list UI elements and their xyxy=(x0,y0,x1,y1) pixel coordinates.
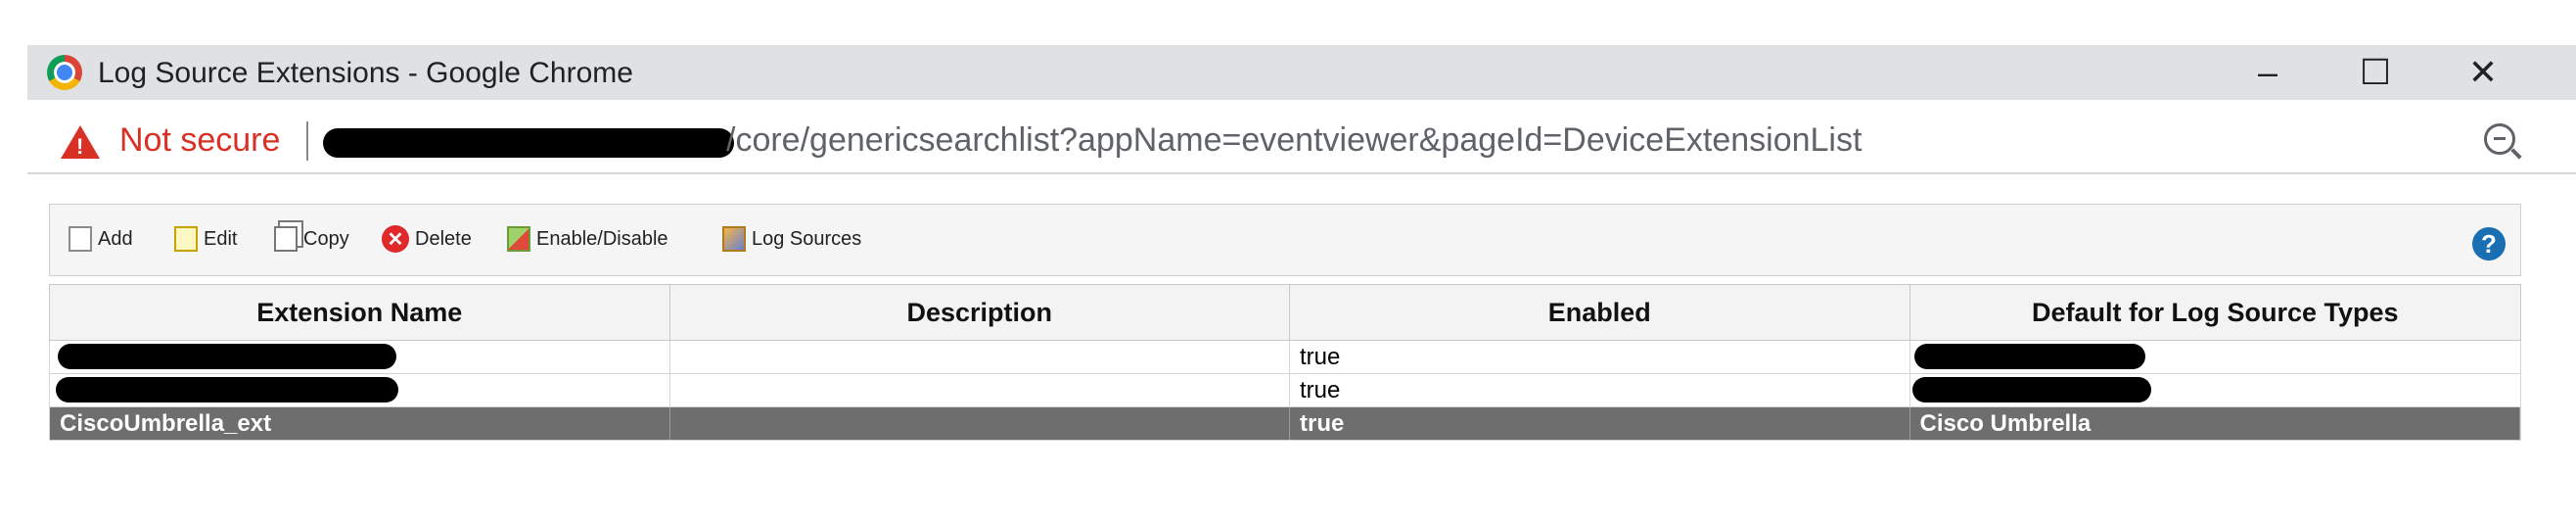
extensions-table: Extension Name Description Enabled Defau… xyxy=(49,284,2521,441)
cell-description xyxy=(670,341,1290,373)
redacted-value xyxy=(58,344,396,369)
column-header-enabled[interactable]: Enabled xyxy=(1290,285,1910,340)
log-sources-label: Log Sources xyxy=(752,227,862,250)
cell-description xyxy=(670,407,1290,440)
enable-disable-button[interactable]: Enable/Disable xyxy=(507,223,668,255)
log-sources-button[interactable]: Log Sources xyxy=(722,223,861,255)
redacted-value xyxy=(1913,344,2145,369)
redacted-value xyxy=(56,377,398,403)
column-header-description[interactable]: Description xyxy=(670,285,1290,340)
edit-icon xyxy=(174,226,198,252)
copy-button[interactable]: Copy xyxy=(274,223,349,255)
cell-default-type xyxy=(1910,374,2521,406)
maximize-button[interactable]: ☐ xyxy=(2322,45,2429,100)
delete-icon: ✕ xyxy=(382,225,409,253)
security-indicator[interactable]: Not secure xyxy=(119,121,280,160)
cell-extension-name: CiscoUmbrella_ext xyxy=(50,407,670,440)
chrome-icon xyxy=(47,55,82,90)
warning-mark: ! xyxy=(76,134,84,159)
help-icon[interactable]: ? xyxy=(2472,227,2506,260)
log-sources-icon xyxy=(722,226,746,252)
cell-extension-name xyxy=(50,374,670,406)
add-button[interactable]: Add xyxy=(69,223,133,255)
minimize-button[interactable]: – xyxy=(2214,45,2322,100)
edit-label: Edit xyxy=(204,227,238,250)
cell-description xyxy=(670,374,1290,406)
copy-icon xyxy=(274,226,298,252)
table-row[interactable]: true xyxy=(49,374,2521,407)
zoom-out-icon[interactable] xyxy=(2484,123,2515,155)
cell-enabled: true xyxy=(1290,407,1910,440)
cell-enabled: true xyxy=(1290,341,1910,373)
enable-disable-label: Enable/Disable xyxy=(536,227,668,250)
document-icon xyxy=(69,226,92,252)
delete-button[interactable]: ✕ Delete xyxy=(382,223,472,255)
delete-label: Delete xyxy=(415,227,472,250)
cell-extension-name xyxy=(50,341,670,373)
close-button[interactable]: ✕ xyxy=(2429,45,2537,100)
edit-button[interactable]: Edit xyxy=(174,223,237,255)
add-label: Add xyxy=(98,227,133,250)
window-title: Log Source Extensions - Google Chrome xyxy=(98,57,633,89)
copy-label: Copy xyxy=(303,227,349,250)
table-row-selected[interactable]: CiscoUmbrella_ext true Cisco Umbrella xyxy=(49,407,2521,441)
cell-default-type: Cisco Umbrella xyxy=(1910,407,2520,440)
url-path[interactable]: /core/genericsearchlist?appName=eventvie… xyxy=(726,121,1862,160)
column-header-default-log-source-types[interactable]: Default for Log Source Types xyxy=(1910,285,2521,340)
enable-disable-icon xyxy=(507,226,530,252)
column-header-extension-name[interactable]: Extension Name xyxy=(50,285,670,340)
table-row[interactable]: true xyxy=(49,341,2521,374)
table-header: Extension Name Description Enabled Defau… xyxy=(49,284,2521,341)
redacted-host xyxy=(323,128,734,158)
cell-default-type xyxy=(1910,341,2521,373)
cell-enabled: true xyxy=(1290,374,1910,406)
address-separator xyxy=(306,121,308,161)
redacted-value xyxy=(1911,377,2151,403)
